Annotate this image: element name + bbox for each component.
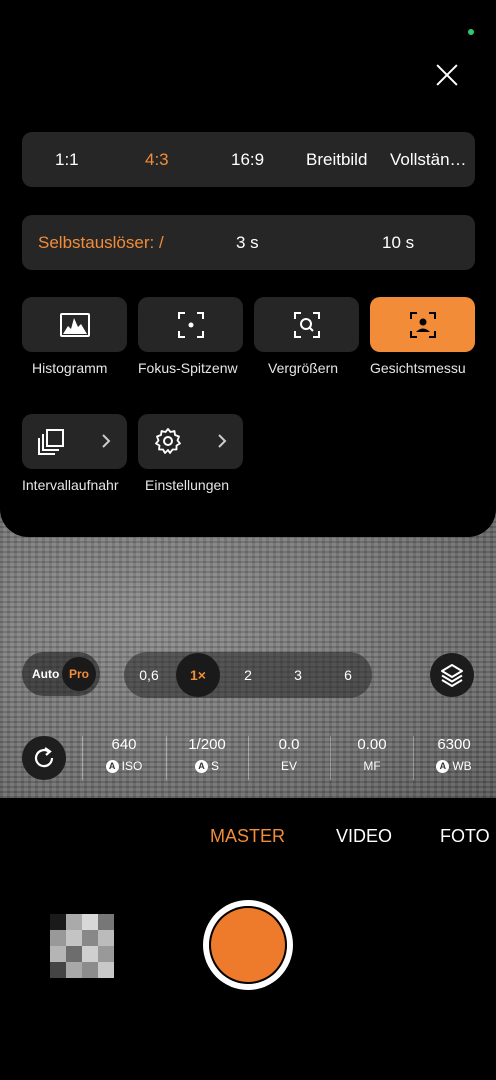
ratio-option[interactable]: 1:1: [55, 132, 79, 187]
zoom-option-selected[interactable]: 1×: [176, 653, 220, 697]
histogram-button[interactable]: [22, 297, 127, 352]
manual-focus-value: 0.00: [357, 736, 387, 753]
manual-focus-label: MF: [363, 759, 381, 773]
interval-shooting-button[interactable]: [22, 414, 127, 469]
chevron-right-icon: [218, 434, 227, 448]
magnify-label: Vergrößern: [268, 360, 339, 376]
white-balance-value: 6300: [437, 736, 471, 753]
reset-button[interactable]: [22, 736, 66, 780]
auto-badge-icon: A: [436, 759, 450, 773]
ev-value: 0.0: [278, 736, 300, 753]
histogram-icon: [59, 312, 90, 337]
aspect-ratio-selector: 1:1 4:3 16:9 Breitbild Vollstän…: [22, 132, 475, 187]
mode-tab-foto[interactable]: FOTO: [440, 826, 496, 847]
zoom-option[interactable]: 2: [228, 652, 268, 698]
zoom-option[interactable]: 3: [278, 652, 318, 698]
self-timer-selector: Selbstauslöser: / 3 s 10 s: [22, 215, 475, 270]
gear-icon: [155, 428, 181, 454]
zoom-selector: 0,6 1× 2 3 6: [124, 652, 372, 698]
shutter-speed-value: 1/200: [188, 736, 226, 753]
pro-mode-label[interactable]: Pro: [62, 657, 96, 691]
reset-icon: [34, 747, 54, 768]
shutter-speed-label: S: [210, 759, 219, 773]
focus-peaking-icon: [177, 311, 204, 338]
white-balance-label: WB: [452, 759, 472, 773]
status-indicator: [468, 29, 474, 35]
face-metering-button[interactable]: [370, 297, 475, 352]
interval-icon: [38, 429, 64, 455]
face-metering-label: Gesichtsmessu: [370, 360, 466, 376]
white-balance-control[interactable]: 6300 A WB: [414, 734, 494, 776]
zoom-option[interactable]: 0,6: [129, 652, 169, 698]
self-timer-label[interactable]: Selbstauslöser: /: [38, 215, 170, 270]
settings-panel: 1:1 4:3 16:9 Breitbild Vollstän… Selbsta…: [0, 0, 496, 537]
param-divider: [330, 736, 331, 780]
ratio-option[interactable]: Breitbild: [306, 132, 367, 187]
face-metering-icon: [409, 311, 436, 338]
timer-option[interactable]: 3 s: [236, 215, 259, 270]
interval-shooting-label: Intervallaufnahr: [22, 477, 119, 493]
auto-pro-toggle[interactable]: Auto Pro: [22, 652, 100, 696]
settings-label: Einstellungen: [145, 477, 230, 493]
param-divider: [82, 736, 83, 780]
magnify-button[interactable]: [254, 297, 359, 352]
manual-focus-control[interactable]: 0.00 MF: [332, 734, 412, 776]
focus-peaking-button[interactable]: [138, 297, 243, 352]
histogram-label: Histogramm: [32, 360, 108, 376]
ratio-option[interactable]: 16:9: [231, 132, 264, 187]
iso-control[interactable]: 640 A ISO: [84, 734, 164, 776]
magnify-icon: [293, 311, 320, 338]
ratio-option-selected[interactable]: 4:3: [145, 132, 169, 187]
ratio-option[interactable]: Vollstän…: [390, 132, 467, 187]
timer-option[interactable]: 10 s: [382, 215, 414, 270]
mode-tab-master[interactable]: MASTER: [210, 826, 285, 847]
layers-button[interactable]: [430, 653, 474, 697]
iso-label: ISO: [121, 759, 143, 773]
mode-tab-video[interactable]: VIDEO: [336, 826, 392, 847]
close-button[interactable]: [430, 58, 464, 92]
iso-value: 640: [111, 736, 137, 753]
zoom-option[interactable]: 6: [328, 652, 368, 698]
auto-mode-label[interactable]: Auto: [32, 652, 59, 696]
auto-badge-icon: A: [194, 759, 208, 773]
auto-badge-icon: A: [105, 759, 119, 773]
gallery-thumbnail[interactable]: [50, 914, 114, 978]
ev-control[interactable]: 0.0 EV: [249, 734, 329, 776]
ev-label: EV: [280, 759, 297, 773]
chevron-right-icon: [102, 434, 111, 448]
shutter-button[interactable]: [203, 900, 293, 990]
layers-icon: [441, 664, 463, 687]
focus-peaking-label: Fokus-Spitzenw: [138, 360, 238, 376]
shutter-speed-control[interactable]: 1/200 AS: [167, 734, 247, 776]
settings-button[interactable]: [138, 414, 243, 469]
